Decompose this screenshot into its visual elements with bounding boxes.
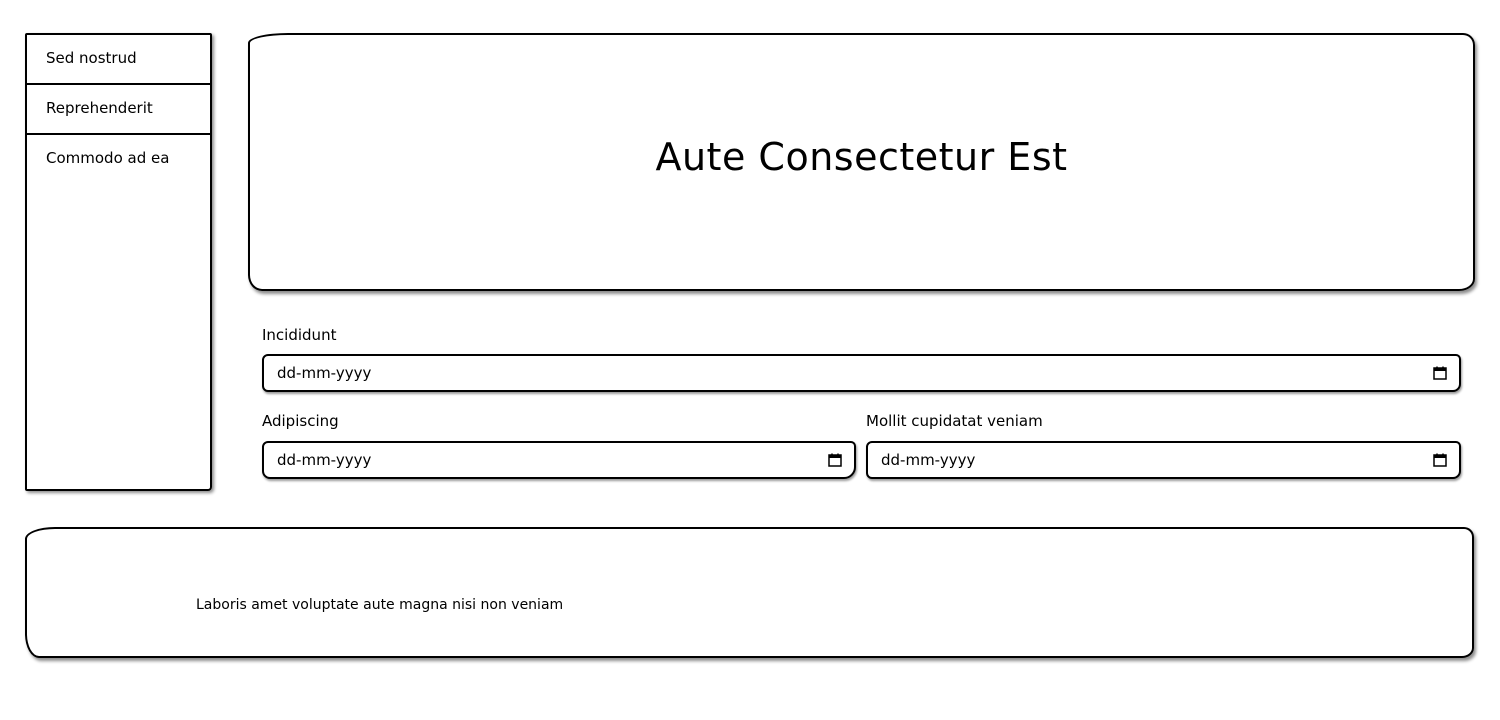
- mollit-cupidatat-veniam-label: Mollit cupidatat veniam: [866, 412, 1043, 430]
- footer: Laboris amet voluptate aute magna nisi n…: [25, 527, 1474, 658]
- date-placeholder: dd-mm-yyyy: [277, 451, 372, 469]
- incididunt-date-input[interactable]: dd-mm-yyyy: [262, 354, 1461, 392]
- incididunt-label: Incididunt: [262, 326, 337, 344]
- date-placeholder: dd-mm-yyyy: [277, 364, 372, 382]
- sidebar: Sed nostrud Reprehenderit Commodo ad ea: [25, 33, 212, 491]
- sidebar-item-commodo-ad-ea[interactable]: Commodo ad ea: [27, 135, 210, 185]
- page: Sed nostrud Reprehenderit Commodo ad ea …: [0, 0, 1500, 720]
- calendar-icon[interactable]: [1433, 366, 1447, 380]
- calendar-icon[interactable]: [828, 453, 842, 467]
- sidebar-item-reprehenderit[interactable]: Reprehenderit: [27, 85, 210, 135]
- footer-text: Laboris amet voluptate aute magna nisi n…: [196, 597, 564, 613]
- adipiscing-label: Adipiscing: [262, 412, 339, 430]
- adipiscing-date-input[interactable]: dd-mm-yyyy: [262, 441, 856, 479]
- sidebar-item-label: Commodo ad ea: [46, 149, 170, 167]
- page-title: Aute Consectetur Est: [655, 135, 1068, 179]
- hero-banner: Aute Consectetur Est: [248, 33, 1475, 291]
- sidebar-item-label: Reprehenderit: [46, 99, 153, 117]
- calendar-icon[interactable]: [1433, 453, 1447, 467]
- mollit-cupidatat-veniam-date-input[interactable]: dd-mm-yyyy: [866, 441, 1461, 479]
- sidebar-item-sed-nostrud[interactable]: Sed nostrud: [27, 35, 210, 85]
- date-placeholder: dd-mm-yyyy: [881, 451, 976, 469]
- sidebar-item-label: Sed nostrud: [46, 49, 137, 67]
